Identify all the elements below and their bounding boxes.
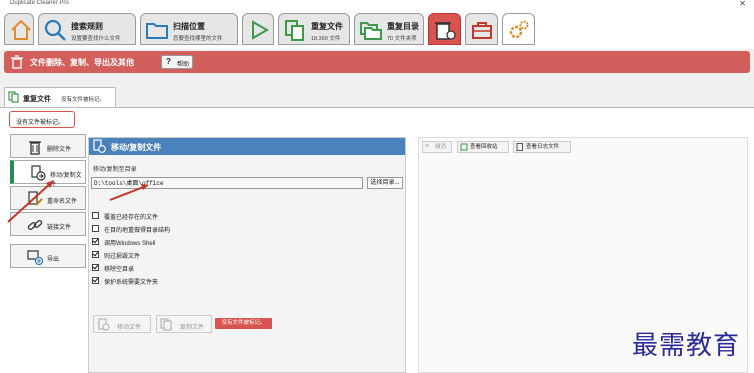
watermark: 最需教育 [632,331,741,361]
annotation-arrow [109,185,147,201]
annotation-arrows [7,180,149,223]
annotation-arrow [7,181,53,223]
annotation-arrowhead [141,184,149,190]
